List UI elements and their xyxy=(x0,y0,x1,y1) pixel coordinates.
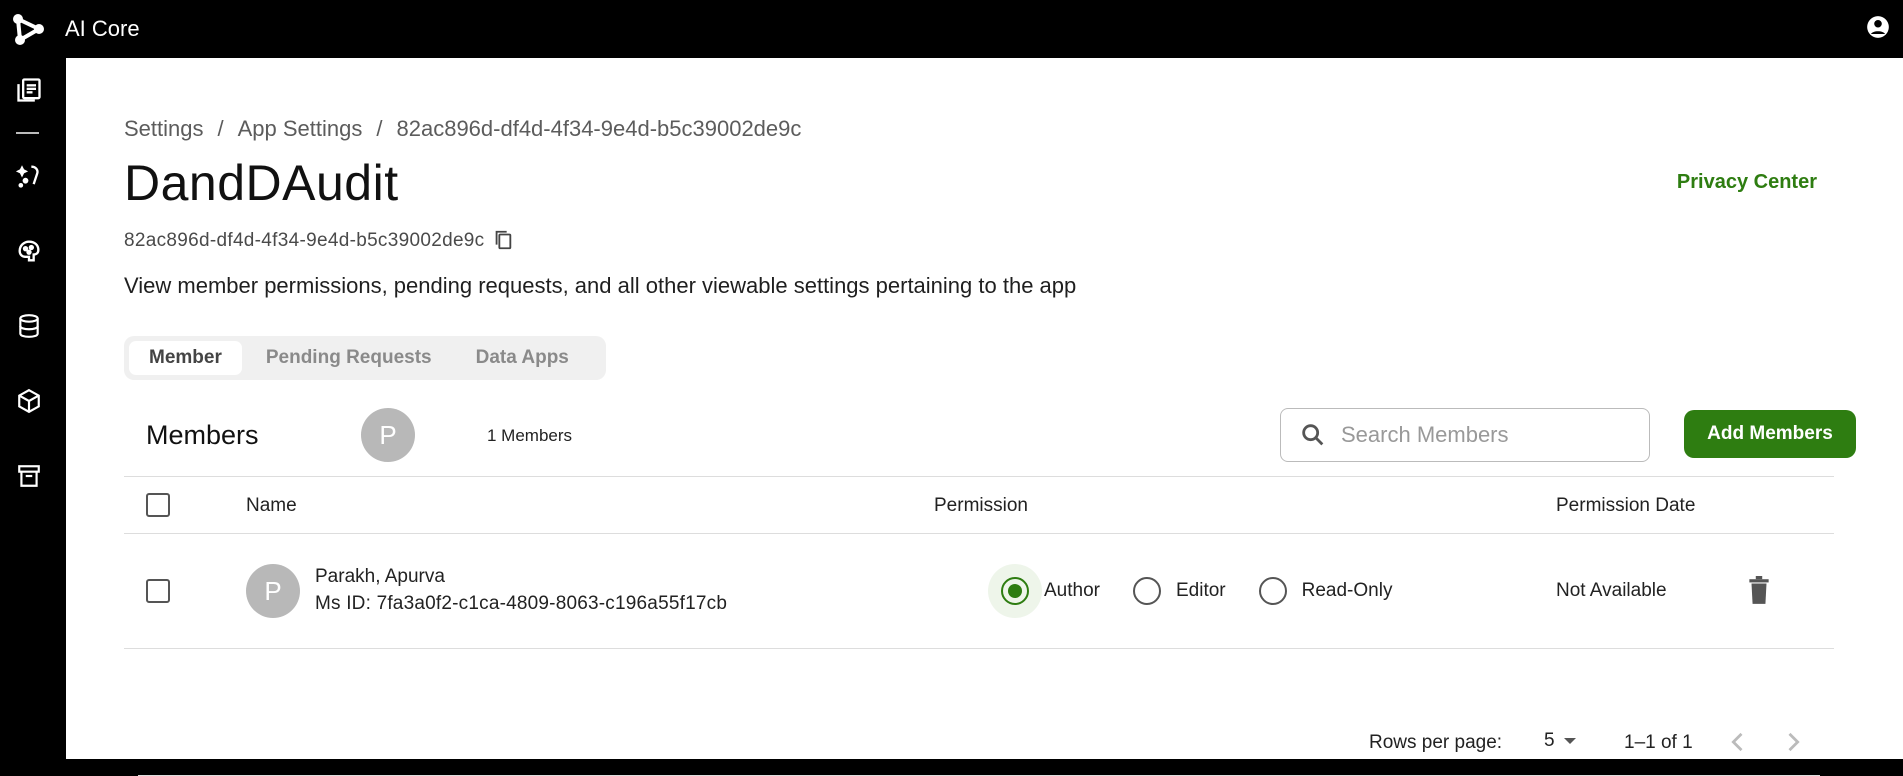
delete-member-icon[interactable] xyxy=(1746,576,1772,606)
row-checkbox[interactable] xyxy=(146,579,170,603)
rows-per-page-label: Rows per page: xyxy=(1369,732,1503,753)
user-account-icon[interactable] xyxy=(1865,14,1891,40)
members-header: Members P 1 Members Add Members xyxy=(124,408,1856,462)
tab-member[interactable]: Member xyxy=(129,341,242,375)
page-description: View member permissions, pending request… xyxy=(124,273,1077,298)
member-name: Parakh, Apurva xyxy=(315,566,445,587)
add-members-button[interactable]: Add Members xyxy=(1684,410,1856,458)
app-logo-icon[interactable] xyxy=(8,9,48,49)
members-table: Name Permission Permission Date P Parakh… xyxy=(124,476,1834,649)
permission-date: Not Available xyxy=(1556,580,1667,601)
radio-label-editor: Editor xyxy=(1175,580,1226,601)
member-ms-id: Ms ID: 7fa3a0f2-c1ca-4809-8063-c196a55f1… xyxy=(315,593,728,614)
top-bar: AI Core xyxy=(0,0,1903,58)
package-cube-icon[interactable] xyxy=(14,386,44,416)
search-input[interactable] xyxy=(1341,422,1631,448)
column-header-name[interactable]: Name xyxy=(246,495,297,517)
table-header: Name Permission Permission Date xyxy=(124,476,1834,534)
radio-author[interactable] xyxy=(1001,577,1029,605)
select-all-checkbox[interactable] xyxy=(146,493,170,517)
permission-option-editor[interactable]: Editor xyxy=(1120,564,1226,618)
privacy-center-link[interactable]: Privacy Center xyxy=(1677,171,1817,194)
avatar: P xyxy=(361,408,415,462)
tab-pending-requests[interactable]: Pending Requests xyxy=(246,341,452,375)
column-header-permission-date[interactable]: Permission Date xyxy=(1556,495,1695,517)
pagination-range: 1–1 of 1 xyxy=(1624,732,1693,753)
database-icon[interactable] xyxy=(14,311,44,341)
avatar: P xyxy=(246,564,300,618)
radio-editor[interactable] xyxy=(1132,577,1161,605)
rows-per-page-value: 5 xyxy=(1544,730,1555,751)
pagination: Rows per page: 5 1–1 of 1 xyxy=(124,718,1834,768)
main-content: Settings / App Settings / 82ac896d-df4d-… xyxy=(66,58,1903,776)
breadcrumb-settings[interactable]: Settings xyxy=(124,116,204,142)
prompt-icon[interactable] xyxy=(14,161,44,191)
app-title[interactable]: AI Core xyxy=(65,16,140,42)
archive-icon[interactable] xyxy=(14,461,44,491)
previous-page-icon[interactable] xyxy=(1724,728,1752,756)
breadcrumb-app-id: 82ac896d-df4d-4f34-9e4d-b5c39002de9c xyxy=(396,116,802,141)
next-page-icon[interactable] xyxy=(1779,728,1807,756)
radio-read-only[interactable] xyxy=(1258,577,1287,605)
breadcrumb-app-settings[interactable]: App Settings xyxy=(238,116,363,142)
catalog-icon[interactable] xyxy=(14,75,44,105)
rows-per-page-select[interactable]: 5 xyxy=(1544,730,1577,752)
permission-option-read-only[interactable]: Read-Only xyxy=(1246,564,1393,618)
dropdown-arrow-icon xyxy=(1563,738,1576,744)
radio-label-author: Author xyxy=(1044,580,1100,601)
breadcrumb-separator: / xyxy=(376,116,383,141)
copy-icon[interactable] xyxy=(492,228,516,254)
column-header-permission[interactable]: Permission xyxy=(934,495,1028,517)
members-count: 1 Members xyxy=(487,426,573,445)
breadcrumb-separator: / xyxy=(217,116,224,141)
table-row: P Parakh, Apurva Ms ID: 7fa3a0f2-c1ca-48… xyxy=(124,534,1834,649)
permission-option-author[interactable]: Author xyxy=(988,564,1100,618)
radio-label-read-only: Read-Only xyxy=(1301,580,1393,601)
sidebar xyxy=(0,58,66,759)
page-title: DandDAudit xyxy=(124,155,399,211)
app-id: 82ac896d-df4d-4f34-9e4d-b5c39002de9c xyxy=(124,230,485,251)
sidebar-divider xyxy=(16,132,39,134)
tab-bar: Member Pending Requests Data Apps xyxy=(124,336,606,380)
permission-radio-group: Author Editor Read-Only xyxy=(988,564,1412,618)
members-title: Members xyxy=(146,420,259,450)
app-id-row: 82ac896d-df4d-4f34-9e4d-b5c39002de9c xyxy=(124,228,516,254)
tab-data-apps[interactable]: Data Apps xyxy=(456,341,589,375)
search-box[interactable] xyxy=(1280,408,1650,462)
search-icon xyxy=(1302,424,1324,446)
model-brain-icon[interactable] xyxy=(14,236,44,266)
breadcrumb: Settings / App Settings / 82ac896d-df4d-… xyxy=(124,116,801,142)
